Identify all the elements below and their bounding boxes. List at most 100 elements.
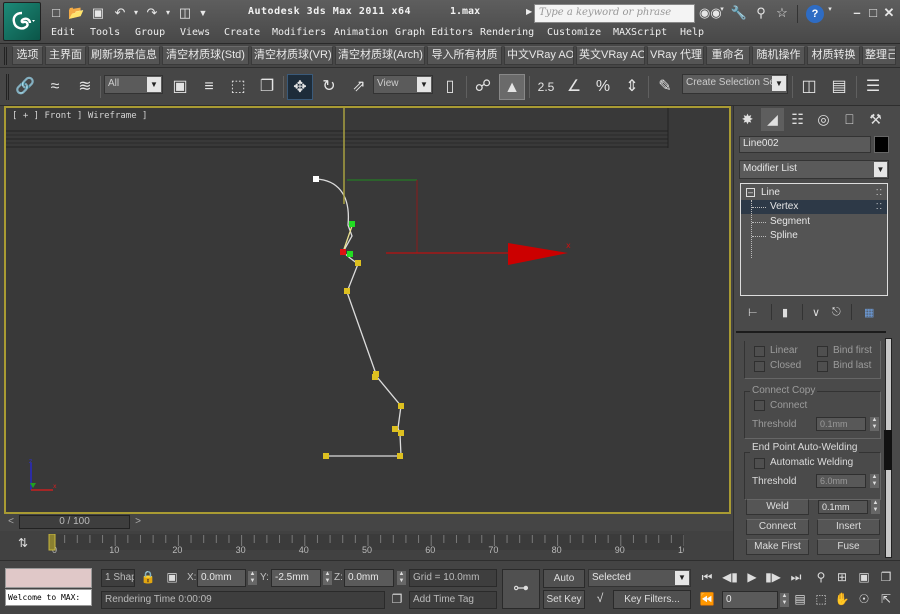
stack-item-line[interactable]: – Line ⁚⁚ (741, 186, 887, 200)
stack-item-spline[interactable]: Spline (741, 229, 887, 243)
linear-checkbox[interactable] (754, 346, 765, 357)
select-and-scale-icon[interactable]: ⇗ (346, 74, 372, 100)
play-icon[interactable]: ▶ (743, 570, 761, 584)
mirror-icon[interactable]: ◫ (796, 74, 822, 100)
weld-value-spinner[interactable]: 0.1mm (818, 500, 868, 514)
cn-button-cn-vray-ao[interactable]: 中文VRay AO (504, 46, 574, 65)
unlink-icon[interactable]: ≈ (42, 74, 68, 100)
reference-coord-dropdown[interactable]: View ▼ (373, 75, 433, 94)
closed-checkbox[interactable] (754, 361, 765, 372)
create-icon[interactable]: ✸ (736, 108, 759, 131)
select-by-name-icon[interactable]: ≡ (196, 74, 222, 100)
object-color-swatch[interactable] (874, 136, 889, 153)
menu-views[interactable]: Views (180, 27, 210, 38)
isolate-selection-icon[interactable]: ❐ (388, 592, 406, 606)
minimize-button[interactable]: – (850, 5, 864, 21)
spinner-arrows-icon[interactable]: ▲ ▼ (323, 571, 332, 585)
menu-rendering[interactable]: Rendering (480, 27, 534, 38)
current-frame-marker[interactable] (48, 534, 56, 551)
zoom-icon[interactable]: ⚲ (812, 570, 830, 584)
x-coordinate-field[interactable]: 0.0mm (197, 569, 246, 587)
zoom-region-icon[interactable]: ⬚ (812, 592, 830, 606)
connect-checkbox[interactable] (754, 400, 765, 411)
next-frame-icon[interactable]: ▮▶ (764, 570, 782, 584)
menu-customize[interactable]: Customize (547, 27, 601, 38)
menu-edit[interactable]: Edit (51, 27, 75, 38)
key-mode-dropdown[interactable]: Selected ▼ (588, 569, 691, 587)
collapse-icon[interactable]: – (746, 188, 755, 197)
zoom-extents-all-icon[interactable]: ❐ (877, 570, 895, 584)
scrollbar-thumb[interactable] (884, 430, 892, 470)
menu-group[interactable]: Group (135, 27, 165, 38)
key-filters-button[interactable]: Key Filters... (613, 590, 691, 609)
use-pivot-icon[interactable]: ▯ (437, 74, 463, 100)
auto-key-button[interactable]: Auto Key (543, 569, 585, 601)
weld-button[interactable]: Weld (746, 499, 809, 515)
satellite-icon[interactable]: ⚲ (752, 5, 770, 21)
select-and-move-icon[interactable]: ✥ (287, 74, 313, 100)
modify-icon[interactable]: ◢ (761, 108, 784, 131)
weld-threshold-spinner[interactable]: 6.0mm (816, 474, 866, 488)
current-frame-field[interactable]: 0 (722, 591, 778, 609)
orbit-icon[interactable]: ☉ (855, 592, 873, 606)
set-key-button[interactable]: Set Key (543, 590, 585, 609)
viewport-front[interactable]: [ + ] Front ] Wireframe ] x z x (4, 106, 731, 514)
y-coordinate-field[interactable]: -2.5mm (271, 569, 321, 587)
binoculars-dropdown-icon[interactable]: ▾ (718, 5, 726, 21)
bind-first-checkbox[interactable] (817, 346, 828, 357)
next-frame-button[interactable]: > (131, 515, 145, 529)
spinner-arrows-icon[interactable]: ▲ ▼ (871, 500, 880, 514)
remove-modifier-icon[interactable]: ⎋ (832, 306, 841, 320)
search-input[interactable]: Type a keyword or phrase (534, 4, 695, 23)
snaps-toggle-icon[interactable]: 2.5 (533, 74, 559, 100)
close-button[interactable]: ✕ (882, 5, 896, 21)
add-time-tag[interactable]: Add Time Tag (409, 591, 497, 609)
menu-create[interactable]: Create (224, 27, 260, 38)
stack-item-segment[interactable]: Segment (741, 215, 887, 229)
curve-editor-mini-icon[interactable]: ⇅ (14, 536, 32, 552)
show-end-result-icon[interactable]: ▮ (782, 306, 788, 320)
bind-last-checkbox[interactable] (817, 361, 828, 372)
motion-icon[interactable]: ◎ (812, 108, 835, 131)
star-icon[interactable]: ☆ (773, 5, 791, 21)
quick-access-dropdown-icon[interactable]: ▼ (195, 5, 211, 21)
edit-named-selection-icon[interactable]: ✎ (652, 74, 678, 100)
cn-button-options[interactable]: 选项 (12, 46, 43, 65)
menu-maxscript[interactable]: MAXScript (613, 27, 667, 38)
search-expand-icon[interactable]: ▶ (526, 7, 532, 16)
percent-snap-icon[interactable]: % (590, 74, 616, 100)
undo-dropdown-icon[interactable]: ▾ (128, 5, 144, 21)
cn-button-random-ops[interactable]: 随机操作 (752, 46, 805, 65)
welcome-message[interactable]: Welcome to MAX: (5, 589, 92, 606)
cn-button-organize[interactable]: 整理己 (862, 46, 896, 65)
cn-button-rename[interactable]: 重命名 (706, 46, 750, 65)
undo-icon[interactable]: ↶ (112, 5, 128, 21)
spinner-snap-icon[interactable]: ⇕ (619, 74, 645, 100)
connect-threshold-spinner[interactable]: 0.1mm (816, 417, 866, 431)
menu-tools[interactable]: Tools (90, 27, 120, 38)
save-icon[interactable]: ▣ (90, 5, 106, 21)
display-icon[interactable]: ⎕ (838, 108, 861, 131)
spinner-arrows-icon[interactable]: ▲ ▼ (780, 593, 789, 607)
pin-stack-icon[interactable]: ⊢ (748, 306, 758, 320)
key-icon[interactable]: 🔧 (730, 5, 748, 21)
zoom-all-icon[interactable]: ⊞ (833, 570, 851, 584)
stack-item-vertex[interactable]: Vertex ⁚⁚ (741, 200, 887, 258)
rect-selection-icon[interactable]: ⬚ (225, 74, 251, 100)
object-name-field[interactable]: Line002 (739, 136, 871, 153)
spinner-arrows-icon[interactable]: ▲ ▼ (870, 474, 879, 488)
cn-button-import-all-materials[interactable]: 导入所有材质 (427, 46, 502, 65)
cn-button-material-convert[interactable]: 材质转换 (807, 46, 860, 65)
hierarchy-icon[interactable]: ☷ (786, 108, 809, 131)
keyboard-shortcut-icon[interactable]: ▲ (499, 74, 525, 100)
window-crossing-icon[interactable]: ❐ (254, 74, 280, 100)
cn-button-clear-material-std[interactable]: 清空材质球(Std) (162, 46, 249, 65)
absolute-mode-icon[interactable]: ▣ (164, 570, 180, 584)
time-configuration-icon[interactable]: ▤ (791, 592, 809, 606)
maxscript-mini-listener[interactable] (5, 568, 92, 588)
spinner-arrows-icon[interactable]: ▲ ▼ (870, 417, 879, 431)
prev-frame-button[interactable]: < (4, 515, 18, 529)
key-mode-toggle-icon[interactable]: ⏪ (698, 592, 716, 606)
binoculars-icon[interactable]: ◉◉ (699, 5, 722, 21)
menu-graph-editors[interactable]: Graph Editors (395, 27, 473, 38)
